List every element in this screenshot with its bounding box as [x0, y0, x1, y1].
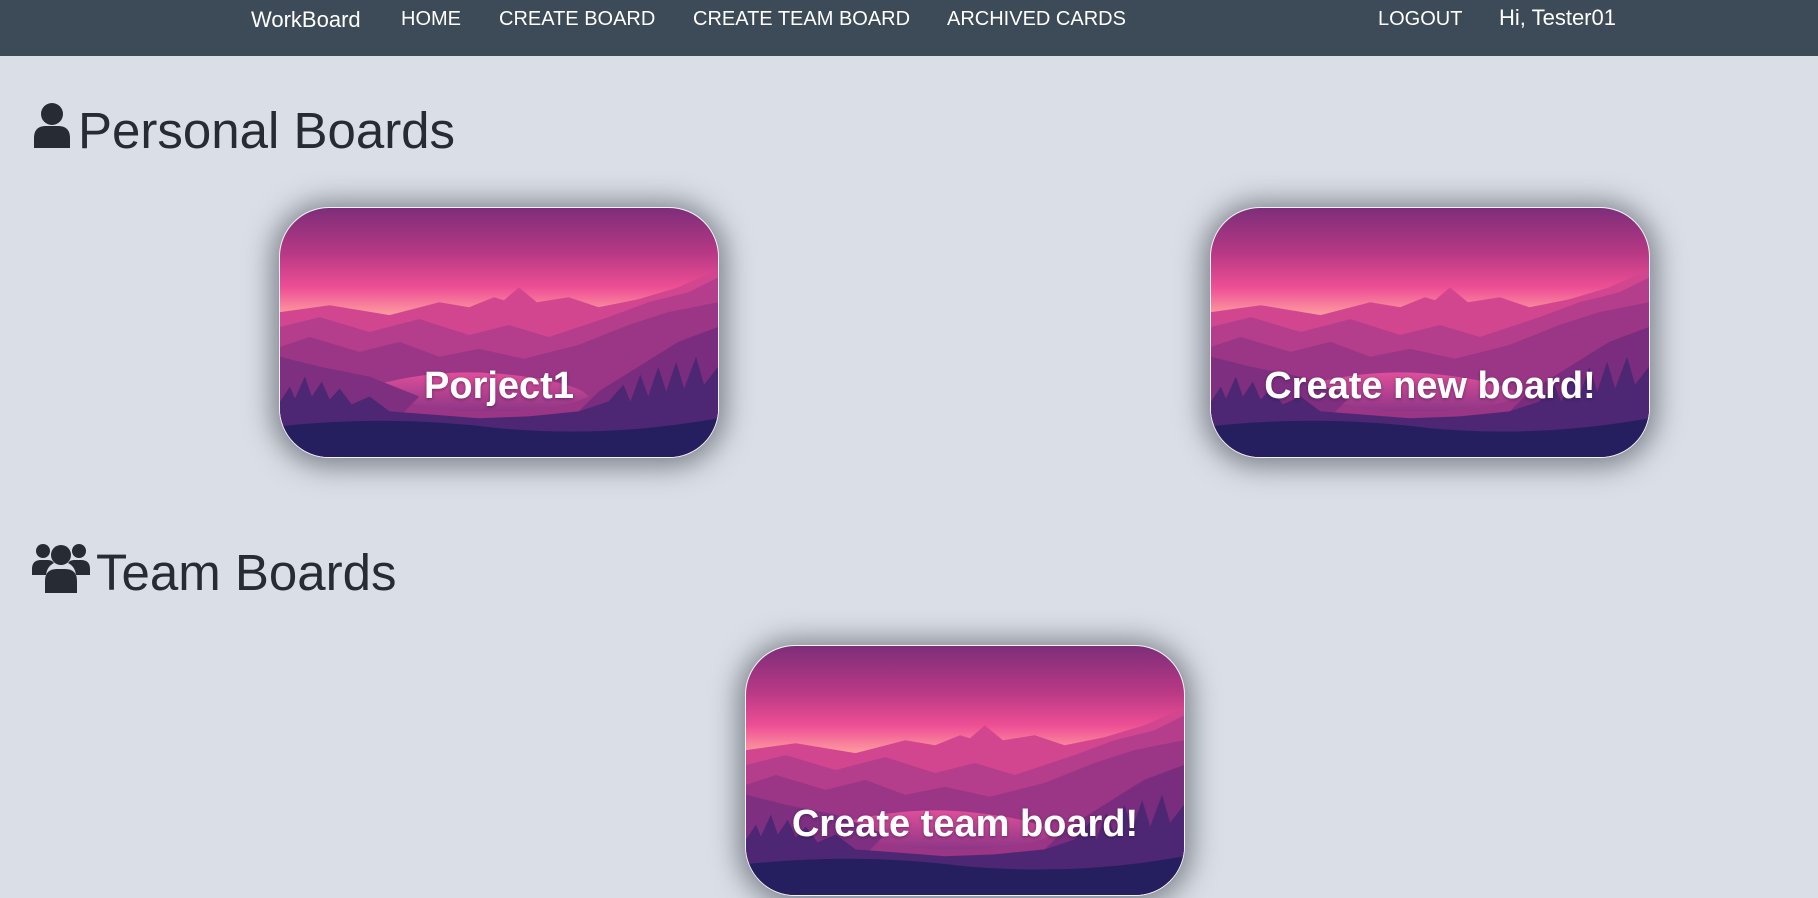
nav-home-link[interactable]: HOME: [401, 8, 461, 31]
mountain-landscape-image: [280, 208, 718, 457]
nav-logout-link[interactable]: LOGOUT: [1378, 8, 1462, 31]
board-card-title: Porject1: [424, 365, 574, 407]
board-card-project1[interactable]: Porject1: [279, 207, 719, 458]
personal-boards-title: Personal Boards: [78, 102, 456, 159]
mountain-landscape-image: [1211, 208, 1649, 457]
user-greeting: Hi, Tester01: [1499, 5, 1616, 30]
create-new-board-card[interactable]: Create new board!: [1210, 207, 1650, 458]
nav-create-board-link[interactable]: CREATE BOARD: [499, 8, 655, 31]
board-card-title: Create team board!: [791, 803, 1139, 845]
brand-link[interactable]: WorkBoard: [251, 7, 361, 33]
nav-create-team-board-link[interactable]: CREATE TEAM BOARD: [693, 8, 910, 31]
board-card-title: Create new board!: [1264, 365, 1596, 407]
nav-archived-cards-link[interactable]: ARCHIVED CARDS: [947, 8, 1126, 31]
personal-boards-heading: Personal Boards: [32, 101, 455, 160]
mountain-landscape-image: [746, 646, 1184, 895]
team-boards-heading: Team Boards: [32, 539, 396, 605]
team-boards-title: Team Boards: [96, 543, 397, 601]
user-icon: [32, 101, 72, 160]
top-navbar: WorkBoard HOME CREATE BOARD CREATE TEAM …: [0, 0, 1818, 56]
users-icon: [32, 539, 90, 605]
create-team-board-card[interactable]: Create team board!: [745, 645, 1185, 896]
